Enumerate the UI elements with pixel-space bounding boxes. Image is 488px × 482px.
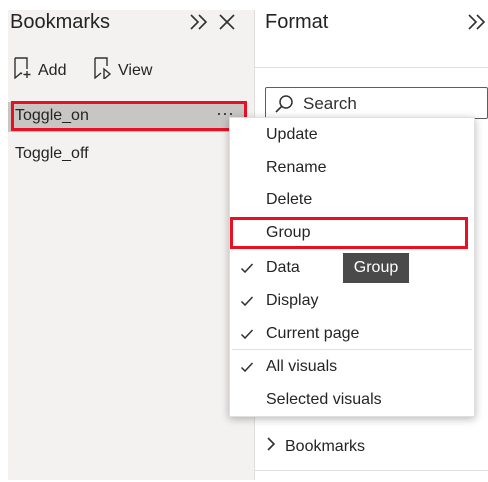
menu-item-delete[interactable]: Delete bbox=[266, 191, 312, 209]
search-icon bbox=[274, 94, 294, 114]
menu-item-all-visuals[interactable]: All visuals bbox=[266, 358, 337, 376]
chevron-right-icon bbox=[265, 436, 277, 457]
divider bbox=[254, 470, 488, 471]
view-button[interactable]: View bbox=[92, 57, 152, 84]
bookmarks-pane-title: Bookmarks bbox=[10, 11, 111, 33]
menu-item-update[interactable]: Update bbox=[266, 126, 318, 144]
highlight-outline bbox=[11, 101, 247, 131]
highlight-outline bbox=[230, 217, 468, 249]
add-bookmark-button[interactable]: Add bbox=[12, 57, 66, 84]
view-icon bbox=[92, 57, 112, 84]
chevron-double-right-icon[interactable] bbox=[188, 10, 210, 34]
tooltip: Group bbox=[343, 253, 409, 283]
bookmarks-section-header[interactable]: Bookmarks bbox=[265, 436, 365, 457]
checkmark-icon bbox=[240, 261, 254, 275]
menu-separator bbox=[232, 349, 472, 350]
menu-item-current-page[interactable]: Current page bbox=[266, 325, 359, 343]
bookmark-item-toggle-off[interactable]: Toggle_off bbox=[15, 145, 89, 163]
menu-item-rename[interactable]: Rename bbox=[266, 159, 326, 177]
close-icon[interactable] bbox=[216, 10, 238, 34]
add-bookmark-icon bbox=[12, 57, 32, 84]
chevron-double-right-icon[interactable] bbox=[466, 10, 488, 34]
search-placeholder: Search bbox=[303, 94, 357, 113]
divider bbox=[254, 67, 488, 68]
checkmark-icon bbox=[240, 294, 254, 308]
menu-item-display[interactable]: Display bbox=[266, 292, 318, 310]
checkmark-icon bbox=[240, 360, 254, 374]
view-label: View bbox=[118, 61, 153, 79]
format-pane-title: Format bbox=[265, 11, 329, 33]
checkmark-icon bbox=[240, 327, 254, 341]
add-bookmark-label: Add bbox=[38, 61, 67, 79]
bookmarks-section-label: Bookmarks bbox=[285, 437, 366, 455]
search-input[interactable] bbox=[265, 87, 488, 119]
menu-item-data[interactable]: Data bbox=[266, 259, 300, 277]
menu-item-selected-visuals[interactable]: Selected visuals bbox=[266, 391, 382, 409]
